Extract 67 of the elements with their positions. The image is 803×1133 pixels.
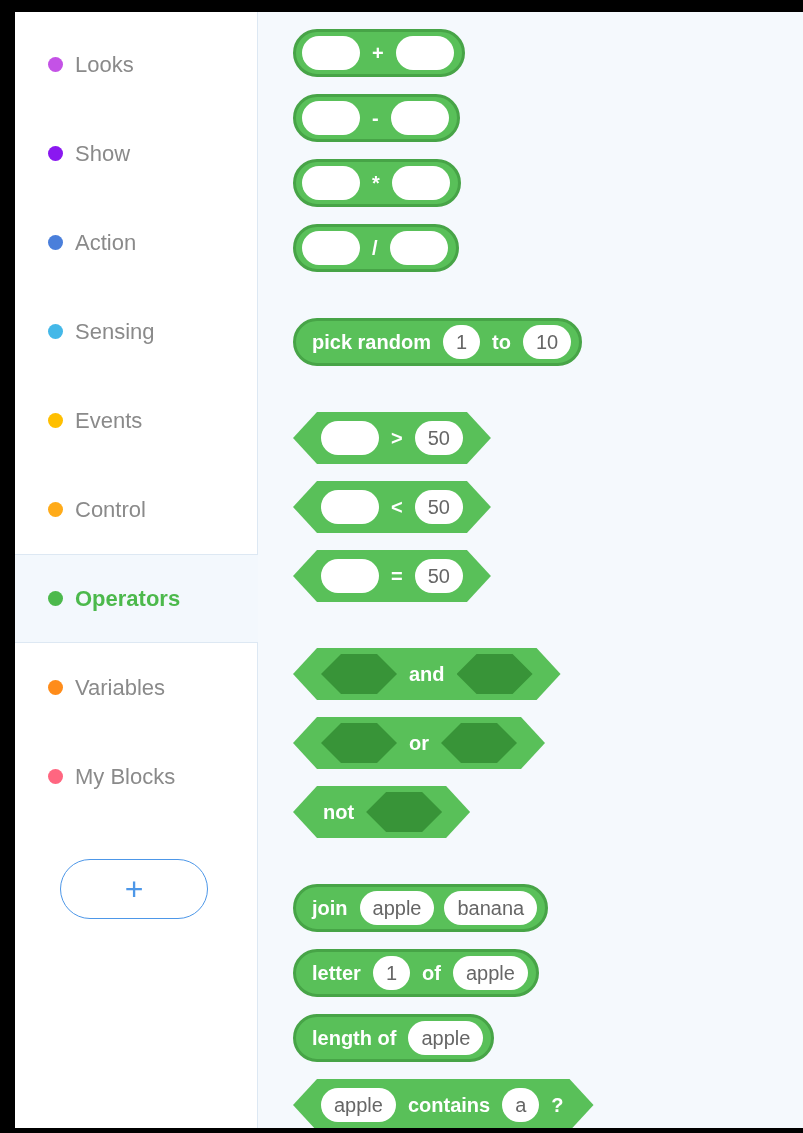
- reporter-block[interactable]: join apple banana: [293, 884, 549, 932]
- block-label: >: [390, 426, 404, 450]
- boolean-block[interactable]: apple contains a ?: [293, 1079, 594, 1128]
- block-label: <: [390, 495, 404, 519]
- block-input[interactable]: apple: [359, 891, 435, 925]
- block-input[interactable]: [302, 166, 360, 200]
- block-input[interactable]: 50: [414, 490, 463, 524]
- reporter-block[interactable]: length of apple: [293, 1014, 495, 1062]
- block-input[interactable]: 10: [522, 325, 572, 359]
- category-label: Action: [75, 229, 137, 256]
- block-input[interactable]: [391, 166, 450, 200]
- category-label: Variables: [75, 674, 166, 701]
- category-item[interactable]: Looks: [15, 20, 257, 109]
- block-input[interactable]: 50: [414, 421, 463, 455]
- block-input[interactable]: a: [502, 1088, 540, 1122]
- category-label: Control: [75, 496, 146, 523]
- block-label: =: [390, 564, 404, 588]
- category-label: Show: [75, 140, 131, 167]
- block-input[interactable]: apple: [321, 1088, 396, 1122]
- category-label: Looks: [75, 51, 134, 78]
- block-input[interactable]: apple: [452, 956, 528, 990]
- reporter-block[interactable]: letter 1 of apple: [293, 949, 539, 997]
- block-input[interactable]: [395, 36, 454, 70]
- category-label: Sensing: [75, 318, 155, 345]
- block-input[interactable]: [302, 36, 360, 70]
- block-label: length of: [311, 1026, 398, 1050]
- block-input[interactable]: 1: [372, 956, 411, 990]
- block-input[interactable]: [321, 559, 379, 593]
- block-label: to: [491, 330, 512, 354]
- category-item[interactable]: Action: [15, 198, 257, 287]
- block-label: letter: [311, 961, 362, 985]
- add-extension-button[interactable]: +: [60, 859, 208, 919]
- category-item[interactable]: Control: [15, 465, 257, 554]
- category-label: Events: [75, 407, 143, 434]
- block-input[interactable]: banana: [444, 891, 538, 925]
- block-label: and: [408, 662, 446, 686]
- block-input[interactable]: 50: [414, 559, 463, 593]
- boolean-block[interactable]: < 50: [293, 481, 491, 533]
- block-input[interactable]: [389, 231, 448, 265]
- block-input[interactable]: [390, 101, 449, 135]
- category-item[interactable]: Show: [15, 109, 257, 198]
- category-item[interactable]: Variables: [15, 643, 257, 732]
- block-label: +: [371, 41, 385, 65]
- block-label: -: [371, 106, 380, 130]
- boolean-block[interactable]: > 50: [293, 412, 491, 464]
- block-label: contains: [406, 1093, 492, 1117]
- category-item[interactable]: My Blocks: [15, 732, 257, 821]
- category-item[interactable]: Sensing: [15, 287, 257, 376]
- block-label: join: [310, 896, 349, 920]
- block-input[interactable]: [321, 490, 379, 524]
- category-label: Operators: [75, 585, 181, 612]
- block-label: pick random: [311, 330, 432, 354]
- block-label: /: [371, 236, 379, 260]
- block-label: or: [408, 731, 430, 755]
- category-item[interactable]: Events: [15, 376, 257, 465]
- block-label: of: [421, 961, 442, 985]
- block-input[interactable]: apple: [408, 1021, 484, 1055]
- block-input[interactable]: [321, 421, 379, 455]
- block-label: ?: [550, 1093, 565, 1117]
- boolean-block[interactable]: = 50: [293, 550, 491, 602]
- reporter-block[interactable]: pick random 1 to 10: [293, 318, 583, 366]
- block-input[interactable]: [302, 101, 360, 135]
- block-input[interactable]: [302, 231, 360, 265]
- category-label: My Blocks: [75, 763, 176, 790]
- block-label: not: [322, 800, 356, 824]
- block-input[interactable]: 1: [442, 325, 481, 359]
- block-label: *: [371, 171, 381, 195]
